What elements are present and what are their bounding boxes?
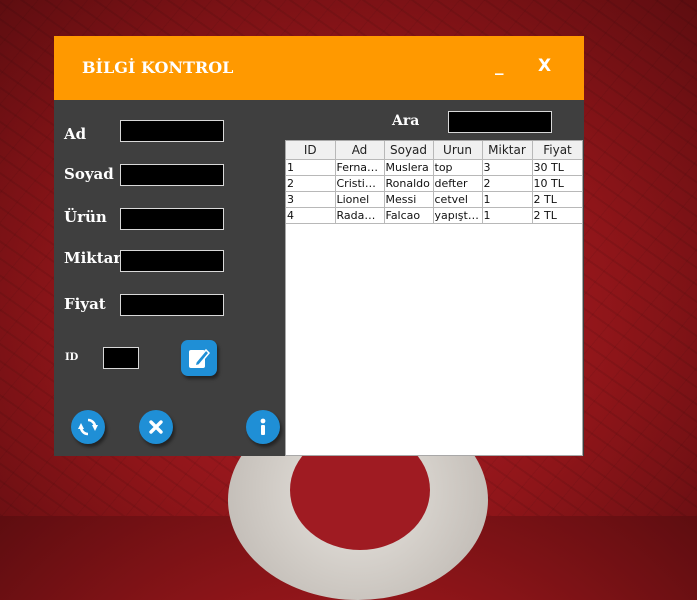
column-header-id[interactable]: ID	[286, 141, 336, 160]
cell-fiyat[interactable]: 2 TL	[531, 207, 582, 224]
cell-fiyat[interactable]: 2 TL	[531, 191, 582, 208]
cell-ad[interactable]: Cristiano	[334, 175, 385, 192]
close-button[interactable]: X	[538, 56, 551, 76]
ad-input[interactable]	[120, 120, 224, 142]
cell-urun[interactable]: top	[432, 159, 483, 176]
window-title: BİLGİ KONTROL	[82, 58, 234, 77]
ad-label: Ad	[64, 125, 87, 143]
table-row[interactable]: 4 Radamel Falcao yapıştırıcı 1 2 TL	[286, 207, 582, 224]
minimize-button[interactable]: _	[495, 56, 504, 76]
soyad-input[interactable]	[120, 164, 224, 186]
urun-input[interactable]	[120, 208, 224, 230]
cell-ad[interactable]: Fernando	[334, 159, 385, 176]
cell-ad[interactable]: Radamel	[334, 207, 385, 224]
cell-id[interactable]: 1	[286, 159, 336, 176]
cell-soyad[interactable]: Falcao	[383, 207, 434, 224]
id-input[interactable]	[103, 347, 139, 369]
cell-miktar[interactable]: 1	[481, 191, 533, 208]
refresh-icon[interactable]	[71, 410, 105, 444]
column-header-ad[interactable]: Ad	[334, 141, 385, 160]
cell-miktar[interactable]: 3	[481, 159, 533, 176]
miktar-label: Miktar	[64, 249, 122, 267]
cell-id[interactable]: 2	[286, 175, 336, 192]
cell-urun[interactable]: cetvel	[432, 191, 483, 208]
app-window: BİLGİ KONTROL _ X Ad Soyad Ürün Miktar F…	[54, 36, 584, 456]
fiyat-label: Fiyat	[64, 295, 106, 313]
column-header-fiyat[interactable]: Fiyat	[531, 141, 582, 160]
column-header-urun[interactable]: Urun	[432, 141, 483, 160]
column-header-miktar[interactable]: Miktar	[481, 141, 533, 160]
table-header-row: ID Ad Soyad Urun Miktar Fiyat	[286, 141, 582, 160]
info-icon[interactable]	[246, 410, 280, 444]
cell-soyad[interactable]: Messi	[383, 191, 434, 208]
table-row[interactable]: 1 Fernando Muslera top 3 30 TL	[286, 159, 582, 176]
table-row[interactable]: 3 Lionel Messi cetvel 1 2 TL	[286, 191, 582, 208]
fiyat-input[interactable]	[120, 294, 224, 316]
cell-fiyat[interactable]: 30 TL	[531, 159, 582, 176]
delete-icon[interactable]	[139, 410, 173, 444]
column-header-soyad[interactable]: Soyad	[383, 141, 434, 160]
id-label: ID	[65, 352, 79, 363]
cell-ad[interactable]: Lionel	[334, 191, 385, 208]
cell-soyad[interactable]: Muslera	[383, 159, 434, 176]
miktar-input[interactable]	[120, 250, 224, 272]
cell-soyad[interactable]: Ronaldo	[383, 175, 434, 192]
cell-urun[interactable]: defter	[432, 175, 483, 192]
cell-fiyat[interactable]: 10 TL	[531, 175, 582, 192]
cell-miktar[interactable]: 2	[481, 175, 533, 192]
title-bar[interactable]: BİLGİ KONTROL _ X	[54, 36, 584, 100]
cell-urun[interactable]: yapıştırıcı	[432, 207, 483, 224]
edit-icon[interactable]	[181, 340, 217, 376]
table-row[interactable]: 2 Cristiano Ronaldo defter 2 10 TL	[286, 175, 582, 192]
urun-label: Ürün	[64, 208, 107, 226]
soyad-label: Soyad	[64, 165, 114, 183]
search-label: Ara	[392, 113, 420, 129]
product-table[interactable]: ID Ad Soyad Urun Miktar Fiyat 1 Fernando…	[285, 140, 583, 456]
cell-id[interactable]: 3	[286, 191, 336, 208]
search-input[interactable]	[448, 111, 552, 133]
cell-miktar[interactable]: 1	[481, 207, 533, 224]
cell-id[interactable]: 4	[286, 207, 336, 224]
